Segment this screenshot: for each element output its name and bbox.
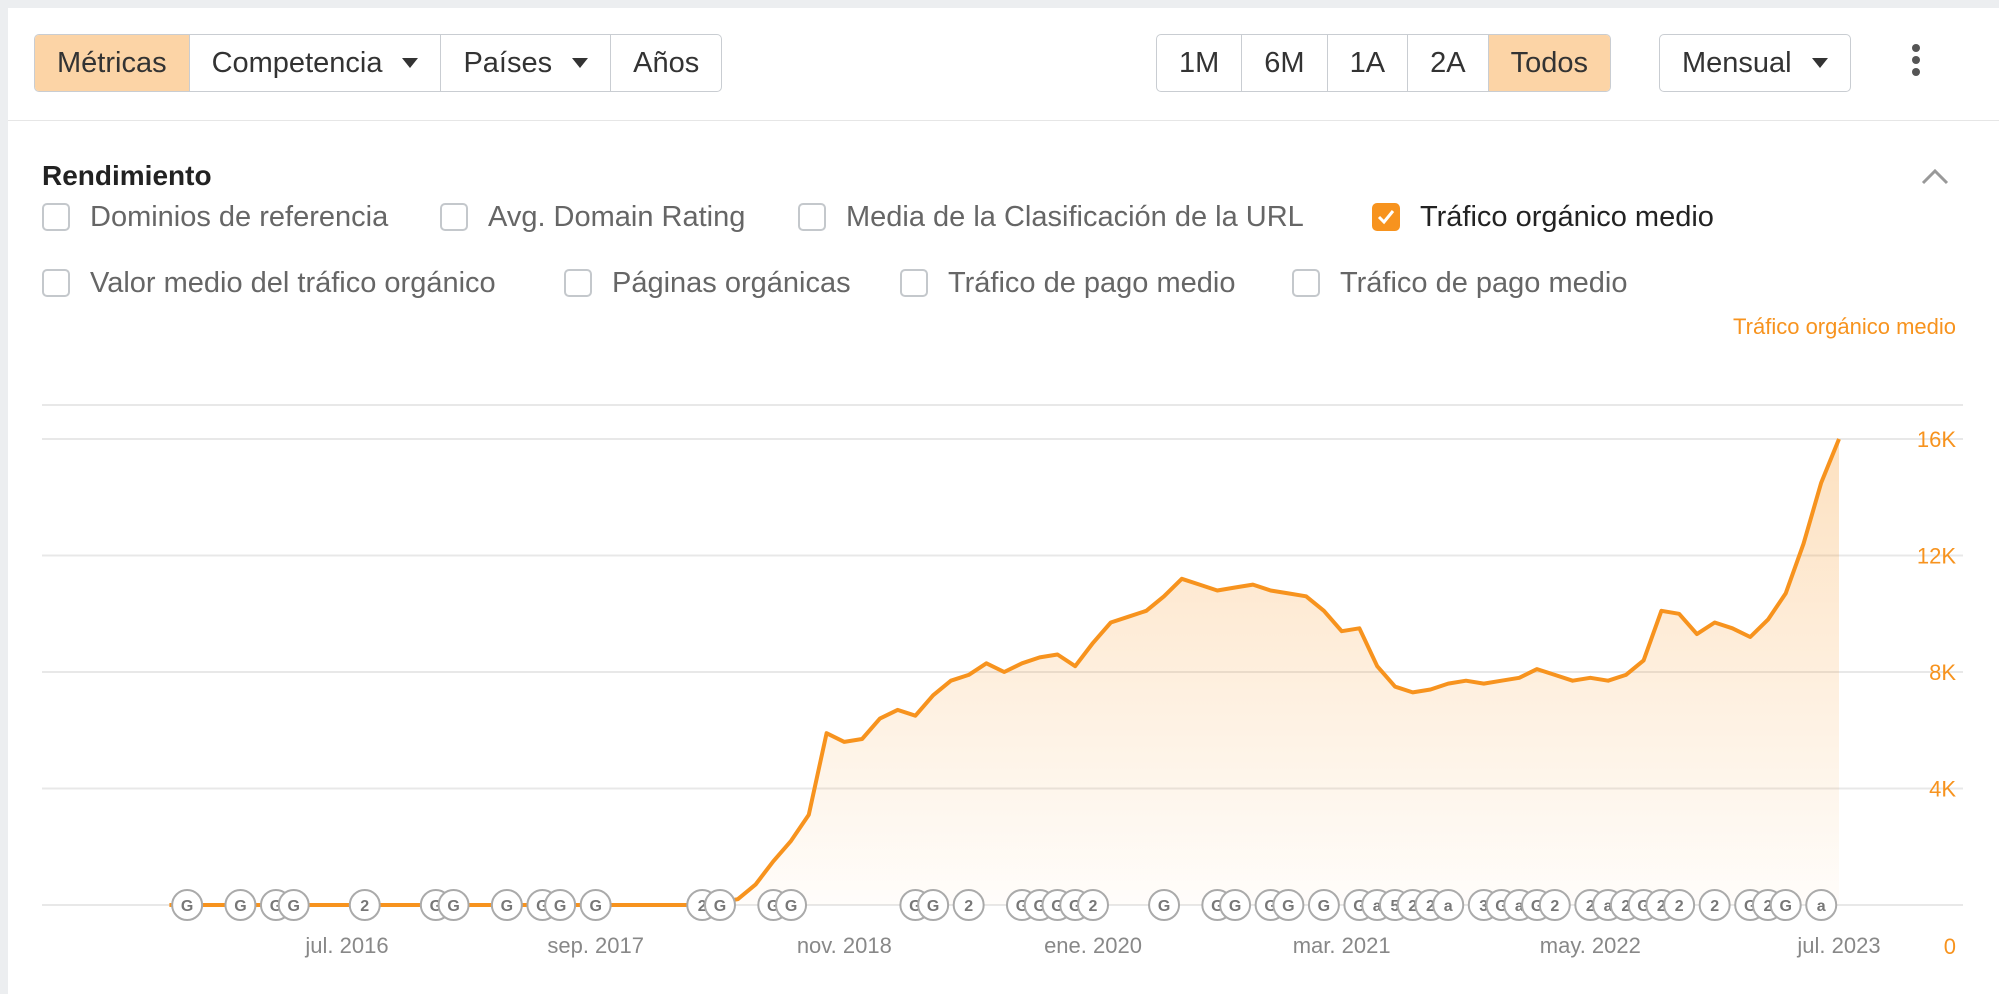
annotation-label: G — [287, 898, 299, 915]
annotation-marker: G — [917, 889, 950, 921]
annotation-marker: G — [1219, 889, 1252, 921]
annotation-label: G — [501, 898, 513, 915]
annotation-marker: G — [1307, 889, 1340, 921]
x-tick-label: sep. 2017 — [547, 933, 644, 958]
annotation-label: G — [714, 898, 726, 915]
annotation-label: G — [589, 898, 601, 915]
annotation-label: G — [234, 898, 246, 915]
annotation-label: G — [1282, 898, 1294, 915]
annotation-label: G — [1158, 898, 1170, 915]
annotation-label: G — [447, 898, 459, 915]
x-tick-label: mar. 2021 — [1293, 933, 1391, 958]
annotation-label: G — [554, 898, 566, 915]
annotation-label: 2 — [1550, 898, 1559, 915]
y-tick-label: 4K — [1929, 777, 1956, 802]
annotation-marker: G — [1148, 889, 1181, 921]
annotation-marker: G — [171, 889, 204, 921]
annotation-marker: 2 — [952, 889, 985, 921]
annotation-label: 2 — [1710, 898, 1719, 915]
annotation-marker: G — [277, 889, 310, 921]
annotation-marker: a — [1432, 889, 1465, 921]
annotation-marker: G — [490, 889, 523, 921]
annotation-marker: 2 — [348, 889, 381, 921]
y-tick-label: 16K — [1917, 427, 1956, 452]
y-axis-title: Tráfico orgánico medio — [1733, 314, 1956, 339]
annotation-marker: a — [1805, 889, 1838, 921]
annotation-marker: G — [437, 889, 470, 921]
y-tick-label: 0 — [1944, 934, 1956, 959]
annotation-label: 2 — [1089, 898, 1098, 915]
annotation-label: 2 — [360, 898, 369, 915]
annotation-marker: 2 — [1538, 889, 1571, 921]
card: Métricas Competencia Países Años 1M 6M 1… — [8, 8, 1999, 994]
annotation-marker: 2 — [1698, 889, 1731, 921]
x-tick-label: ene. 2020 — [1044, 933, 1142, 958]
annotation-marker: 2 — [1077, 889, 1109, 921]
annotation-label: G — [927, 898, 939, 915]
annotation-label: a — [1817, 898, 1826, 915]
x-tick-label: may. 2022 — [1540, 933, 1641, 958]
y-tick-label: 12K — [1917, 544, 1956, 569]
annotation-marker: G — [1272, 889, 1305, 921]
annotation-label: G — [1318, 898, 1330, 915]
y-tick-label: 8K — [1929, 660, 1956, 685]
annotation-marker: G — [704, 889, 736, 921]
annotation-label: a — [1444, 898, 1453, 915]
annotation-label: 2 — [1675, 898, 1684, 915]
annotation-marker: G — [544, 889, 577, 921]
x-tick-label: jul. 2023 — [1796, 933, 1880, 958]
annotation-label: G — [1779, 898, 1791, 915]
annotation-label: 2 — [964, 898, 973, 915]
x-tick-label: jul. 2016 — [304, 933, 388, 958]
traffic-chart: 0 4K 8K 12K 16K Tráfico orgánico medio G G G G 2 G G… — [42, 314, 1963, 959]
annotation-marker: 2 — [1663, 889, 1696, 921]
annotation-marker: G — [224, 889, 257, 921]
annotation-marker: G — [579, 889, 612, 921]
annotation-label: G — [785, 898, 797, 915]
annotation-marker: G — [1769, 889, 1802, 921]
annotation-label: G — [1229, 898, 1241, 915]
annotation-label: G — [181, 898, 193, 915]
x-tick-label: nov. 2018 — [797, 933, 892, 958]
annotation-marker: G — [775, 889, 808, 921]
